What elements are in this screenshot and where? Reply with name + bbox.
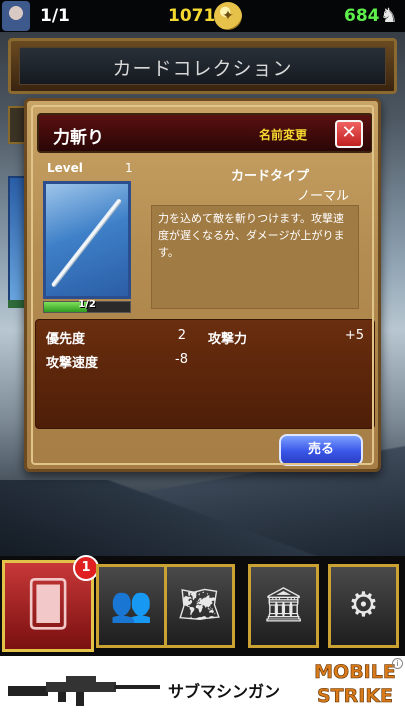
card-name-bar: 力斬り 名前変更 ✕ xyxy=(37,113,373,153)
stat-label-attack-speed: 攻撃速度 xyxy=(46,356,99,371)
sword-icon xyxy=(50,198,123,288)
stat-label-attack: 攻撃力 xyxy=(208,332,248,347)
nav-bank-button[interactable]: 🏛 xyxy=(248,564,319,648)
player-avatar[interactable] xyxy=(2,1,30,31)
level-value: 1 xyxy=(125,161,133,175)
gear-icon: ⚙ xyxy=(348,585,379,625)
people-icon: 👥 xyxy=(110,585,153,625)
stats-panel: 優先度 2 攻撃力 +5 攻撃速度 -8 xyxy=(35,319,375,429)
card-type-label: カードタイプ xyxy=(231,169,310,184)
level-label: Level xyxy=(47,161,83,175)
rabbit-icon: ♞ xyxy=(380,3,398,27)
rifle-icon xyxy=(8,676,160,706)
sell-button[interactable]: 売る xyxy=(279,434,363,466)
coin-count: 1071 xyxy=(168,6,216,26)
card-count: 1/1 xyxy=(40,6,70,26)
stat-value-attack-speed: -8 xyxy=(175,352,188,367)
card-detail-dialog: 力斬り 名前変更 ✕ Level 1 1/2 カードタイプ ノーマル 力を込めて… xyxy=(24,98,381,472)
ad-info-icon[interactable]: i xyxy=(392,658,403,669)
logo-line-2: STRIKE xyxy=(316,685,394,708)
card-image xyxy=(43,181,131,299)
card-name: 力斬り xyxy=(53,128,104,148)
mobile-strike-logo: MOBILE STRIKE xyxy=(310,660,400,716)
exp-text: 1/2 xyxy=(78,299,96,310)
stat-value-priority: 2 xyxy=(177,328,186,343)
nav-map-button[interactable]: 🗺 xyxy=(164,564,235,648)
ad-text: サブマシンガン xyxy=(168,682,281,701)
map-icon: 🗺 xyxy=(177,585,222,625)
stat-value-attack: +5 xyxy=(344,328,364,343)
bank-icon: 🏛 xyxy=(261,585,306,625)
status-bar: 1/1 1071 ✦ 684 ♞ xyxy=(0,0,405,32)
ad-banner[interactable]: サブマシンガン MOBILE STRIKE i xyxy=(0,656,405,720)
coin-icon: ✦ xyxy=(214,2,242,30)
nav-cards-button[interactable]: 🂠 1 xyxy=(2,555,99,652)
title-banner: カードコレクション xyxy=(8,38,397,94)
card-description: 力を込めて敵を斬りつけます。攻撃速度が遅くなる分、ダメージが上がります。 xyxy=(151,205,359,309)
nav-friends-button[interactable]: 👥 xyxy=(96,564,167,648)
nav-settings-button[interactable]: ⚙ xyxy=(328,564,399,648)
cards-icon: 🂠 xyxy=(25,579,71,630)
stat-label-priority: 優先度 xyxy=(46,332,86,347)
page-title: カードコレクション xyxy=(112,58,293,80)
logo-line-1: MOBILE xyxy=(314,661,396,684)
card-type-value: ノーマル xyxy=(297,189,350,204)
rename-button[interactable]: 名前変更 xyxy=(259,126,307,143)
bottom-navigation: 🂠 1 👥 🗺 🏛 ⚙ xyxy=(0,555,405,656)
gem-count: 684 xyxy=(344,6,380,26)
close-icon[interactable]: ✕ xyxy=(335,120,363,148)
